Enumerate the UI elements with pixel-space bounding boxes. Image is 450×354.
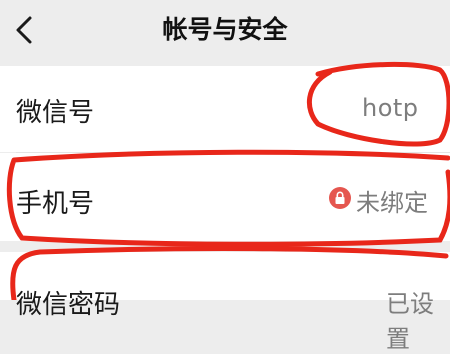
page-title: 帐号与安全 — [162, 15, 288, 44]
wechat-password-value: 已设置 — [386, 290, 434, 353]
nav-bar: 帐号与安全 — [0, 0, 450, 64]
wechat-id-label: 微信号 — [16, 98, 95, 128]
wechat-password-label: 微信密码 — [16, 290, 121, 320]
phone-number-value: 未绑定 — [356, 189, 428, 217]
lock-icon — [329, 187, 351, 209]
phone-number-row[interactable]: 手机号 未绑定 — [0, 153, 450, 241]
wechat-password-row[interactable]: 微信密码 已设置 — [0, 252, 450, 353]
wechat-id-value: hotp — [362, 94, 419, 122]
phone-number-label: 手机号 — [16, 189, 95, 219]
wechat-id-row[interactable]: 微信号 hotp — [0, 66, 450, 152]
